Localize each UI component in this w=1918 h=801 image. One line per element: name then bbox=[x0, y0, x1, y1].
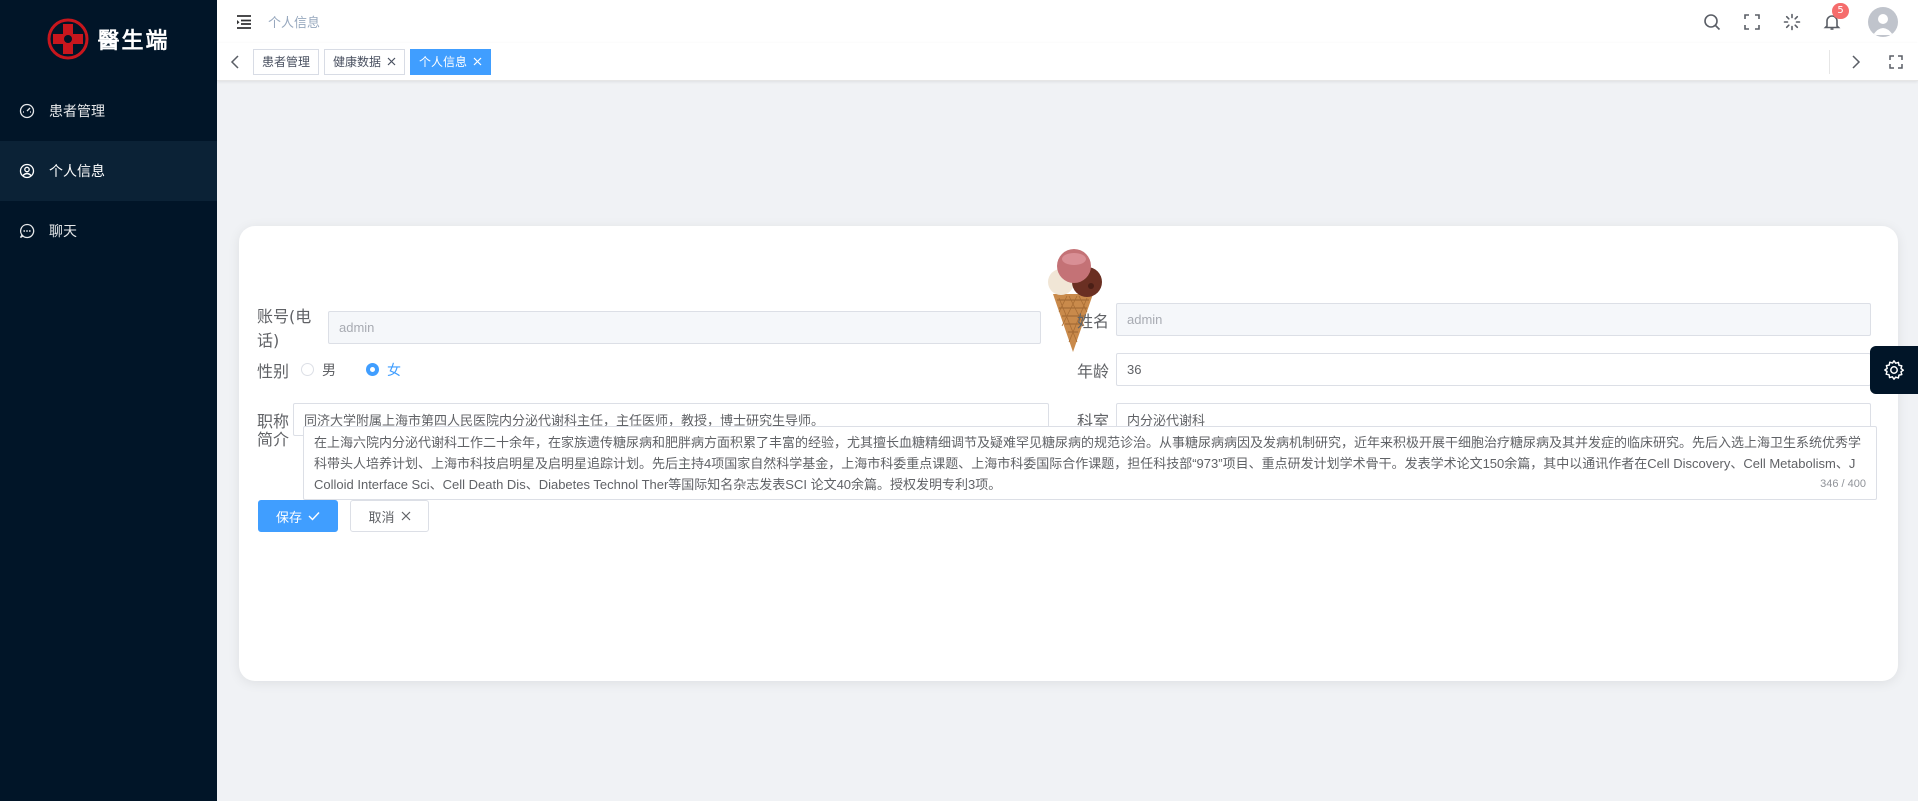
logo-text: 醫生端 bbox=[97, 28, 170, 54]
close-icon bbox=[401, 511, 410, 521]
intro-label: 简介 bbox=[257, 430, 290, 449]
cancel-label: 取消 bbox=[368, 510, 395, 526]
gear-icon bbox=[1884, 360, 1905, 380]
user-avatar[interactable] bbox=[1868, 6, 1898, 37]
age-input[interactable]: 36 bbox=[1116, 353, 1871, 386]
cancel-button[interactable]: 取消 bbox=[350, 500, 429, 532]
check-icon bbox=[308, 512, 320, 521]
account-input[interactable]: admin bbox=[328, 310, 1041, 344]
sidebar-item-chat[interactable]: 聊天 bbox=[0, 201, 217, 261]
account-label: 账号(电话) bbox=[257, 307, 312, 350]
age-label: 年龄 bbox=[1077, 361, 1110, 381]
user-circle-icon bbox=[19, 163, 35, 179]
logo: 醫生端 bbox=[0, 0, 217, 78]
tag-personal-info[interactable]: 个人信息 bbox=[410, 48, 492, 75]
name-row: 姓名 admin bbox=[1077, 303, 1871, 336]
radio-label: 女 bbox=[387, 362, 401, 379]
account-value: admin bbox=[339, 319, 375, 335]
close-icon[interactable] bbox=[387, 57, 396, 66]
user-avatar-icon bbox=[1873, 13, 1893, 35]
search-icon[interactable] bbox=[1692, 0, 1732, 43]
name-input[interactable]: admin bbox=[1116, 303, 1871, 336]
age-row: 年龄 36 bbox=[1077, 353, 1871, 386]
close-icon[interactable] bbox=[473, 57, 482, 66]
tag-label: 个人信息 bbox=[419, 55, 468, 69]
radio-label: 男 bbox=[322, 362, 336, 379]
sidebar: 醫生端 患者管理 个人信息 聊天 bbox=[0, 0, 217, 801]
name-value: admin bbox=[1127, 312, 1163, 327]
loading-spinner-icon[interactable] bbox=[1772, 0, 1812, 43]
settings-gear-button[interactable] bbox=[1870, 346, 1918, 394]
tag-label: 健康数据 bbox=[333, 55, 382, 69]
profile-card: 账号(电话) admin 姓名 admin 性别 男 女 年龄 36 职称 同济… bbox=[239, 226, 1898, 681]
tags-view-bar: 患者管理 健康数据 个人信息 bbox=[217, 43, 1918, 81]
sidebar-item-patient-management[interactable]: 患者管理 bbox=[0, 81, 217, 141]
gender-row: 性别 男 女 bbox=[257, 353, 401, 386]
sidebar-item-personal-info[interactable]: 个人信息 bbox=[0, 141, 217, 201]
red-cross-logo-icon bbox=[47, 18, 89, 60]
notification-bell-icon[interactable]: 5 bbox=[1812, 0, 1852, 43]
intro-value: 在上海六院内分泌代谢科工作二十余年，在家族遗传糖尿病和肥胖病方面积累了丰富的经验… bbox=[314, 435, 1862, 492]
tag-patient-management[interactable]: 患者管理 bbox=[253, 48, 320, 75]
tag-label: 患者管理 bbox=[262, 55, 311, 69]
gender-radio-male[interactable]: 男 bbox=[301, 360, 336, 380]
sidebar-item-label: 个人信息 bbox=[49, 164, 105, 180]
fullscreen-icon[interactable] bbox=[1732, 0, 1772, 43]
radio-circle bbox=[301, 363, 314, 376]
breadcrumb: 个人信息 bbox=[268, 16, 321, 31]
dashboard-icon bbox=[19, 103, 35, 119]
notification-badge: 5 bbox=[1832, 3, 1849, 19]
radio-circle bbox=[366, 363, 379, 376]
tags-list: 患者管理 健康数据 个人信息 bbox=[253, 48, 492, 75]
intro-textarea[interactable]: 在上海六院内分泌代谢科工作二十余年，在家族遗传糖尿病和肥胖病方面积累了丰富的经验… bbox=[303, 426, 1877, 500]
tags-bar-actions bbox=[1829, 43, 1918, 81]
sidebar-item-label: 患者管理 bbox=[49, 104, 105, 120]
tags-scroll-right-icon[interactable] bbox=[1838, 43, 1874, 81]
tag-health-data[interactable]: 健康数据 bbox=[324, 48, 406, 75]
tags-scroll-left-icon[interactable] bbox=[217, 43, 253, 81]
divider bbox=[1829, 50, 1830, 74]
chat-icon bbox=[19, 223, 35, 239]
name-label: 姓名 bbox=[1077, 311, 1110, 331]
age-value: 36 bbox=[1127, 362, 1142, 377]
top-navbar: 个人信息 5 bbox=[217, 0, 1918, 43]
gender-label: 性别 bbox=[257, 361, 290, 381]
save-button[interactable]: 保存 bbox=[258, 500, 338, 532]
header-actions: 5 bbox=[1692, 0, 1898, 43]
account-row: 账号(电话) admin bbox=[257, 303, 1041, 351]
gender-radio-female[interactable]: 女 bbox=[366, 360, 401, 380]
intro-char-count: 346 / 400 bbox=[1820, 478, 1866, 490]
sidebar-item-label: 聊天 bbox=[49, 224, 77, 240]
hamburger-menu-icon[interactable] bbox=[235, 13, 253, 31]
tags-fullscreen-icon[interactable] bbox=[1874, 43, 1918, 81]
save-label: 保存 bbox=[275, 510, 302, 526]
